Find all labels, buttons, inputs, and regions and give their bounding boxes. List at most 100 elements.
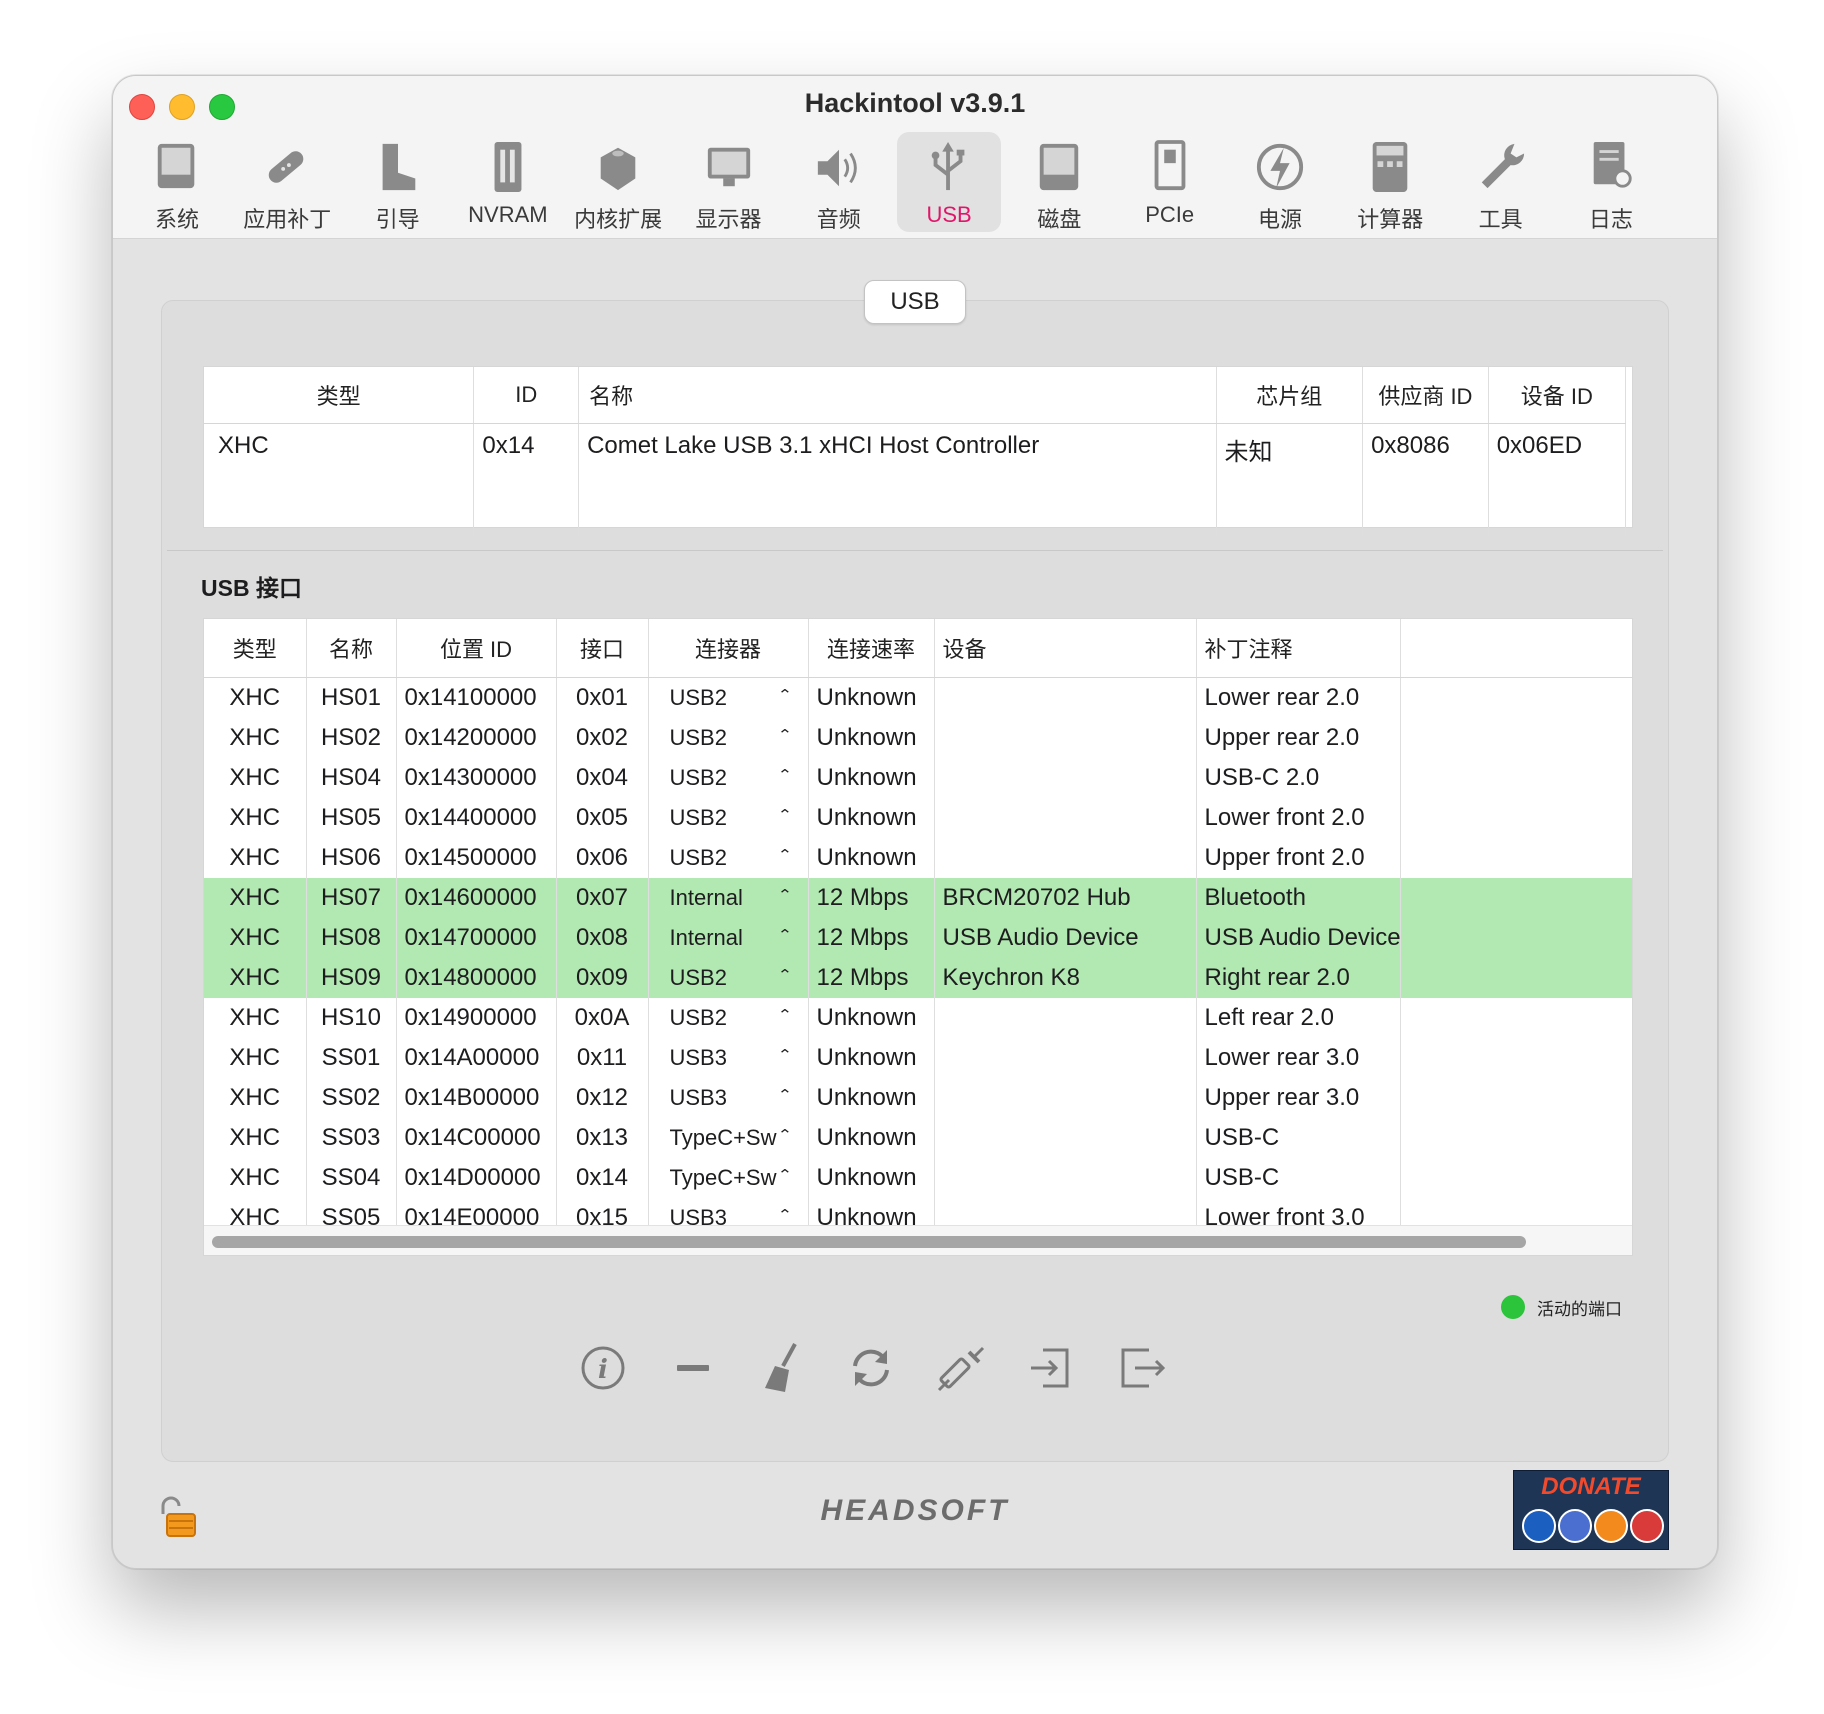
connector-select[interactable]: USB3 ⌃ xyxy=(648,1038,809,1078)
port-cell-comment[interactable]: Bluetooth xyxy=(1196,878,1401,918)
import-button[interactable] xyxy=(1021,1338,1081,1398)
port-cell-type: XHC xyxy=(204,1118,307,1158)
horizontal-scroll-thumb[interactable] xyxy=(212,1236,1526,1248)
ports-column-header[interactable]: 类型 xyxy=(204,619,307,678)
connector-select[interactable]: TypeC+Sw ⌃ xyxy=(648,1158,809,1198)
port-row[interactable]: XHC SS04 0x14D00000 0x14 TypeC+Sw ⌃ Unknown USB… xyxy=(204,1158,1632,1198)
connector-value: TypeC+Sw xyxy=(669,1125,777,1150)
connector-select[interactable]: Internal ⌃ xyxy=(648,918,809,958)
port-cell-name: HS05 xyxy=(306,798,397,838)
port-row[interactable]: XHC SS01 0x14A00000 0x11 USB3 ⌃ Unknown Lower r… xyxy=(204,1038,1632,1078)
port-row[interactable]: XHC SS03 0x14C00000 0x13 TypeC+Sw ⌃ Unknown USB… xyxy=(204,1118,1632,1158)
toolbar-item-nvram[interactable]: NVRAM xyxy=(456,132,560,232)
toolbar-item-patch[interactable]: 应用补丁 xyxy=(235,132,339,232)
kext-icon xyxy=(600,147,636,191)
port-cell-speed: Unknown xyxy=(808,1038,935,1078)
toolbar-item-log[interactable]: 日志 xyxy=(1559,132,1663,232)
select-arrows-icon: ⌃ xyxy=(777,1126,793,1143)
ports-column-header[interactable]: 连接速率 xyxy=(808,619,935,678)
connector-select[interactable]: TypeC+Sw ⌃ xyxy=(648,1118,809,1158)
controller-column-header[interactable]: 芯片组 xyxy=(1216,367,1364,424)
controller-column-header[interactable]: 供应商 ID xyxy=(1362,367,1489,424)
active-port-legend: 活动的端口 xyxy=(1501,1294,1622,1320)
port-cell-comment[interactable]: Upper front 2.0 xyxy=(1196,838,1401,878)
port-row[interactable]: XHC HS09 0x14800000 0x09 USB2 ⌃ 12 Mbps Keychro… xyxy=(204,958,1632,998)
connector-select[interactable]: USB3 ⌃ xyxy=(648,1078,809,1118)
ports-column-header[interactable]: 接口 xyxy=(556,619,649,678)
connector-select[interactable]: USB2 ⌃ xyxy=(648,718,809,758)
select-arrows-icon: ⌃ xyxy=(777,846,793,863)
port-cell-comment[interactable]: Lower rear 2.0 xyxy=(1196,677,1401,718)
port-row[interactable]: XHC HS01 0x14100000 0x01 USB2 ⌃ Unknown Lower r… xyxy=(204,677,1632,718)
port-cell-comment[interactable]: Right rear 2.0 xyxy=(1196,958,1401,998)
toolbar-item-power[interactable]: 电源 xyxy=(1228,132,1332,232)
port-cell-comment[interactable]: Lower front 2.0 xyxy=(1196,798,1401,838)
connector-select[interactable]: USB2 ⌃ xyxy=(648,758,809,798)
toolbar-item-usb[interactable]: USB xyxy=(897,132,1002,232)
port-row[interactable]: XHC HS02 0x14200000 0x02 USB2 ⌃ Unknown Upper r… xyxy=(204,718,1632,758)
controller-column-header[interactable]: 设备 ID xyxy=(1488,367,1627,424)
clear-button[interactable] xyxy=(751,1338,811,1398)
port-cell-comment[interactable]: Left rear 2.0 xyxy=(1196,998,1401,1038)
port-cell-type: XHC xyxy=(204,918,307,958)
port-row[interactable]: XHC HS10 0x14900000 0x0A USB2 ⌃ Unknown Left re… xyxy=(204,998,1632,1038)
other-coin-icon xyxy=(1630,1509,1664,1543)
controller-column-header[interactable]: ID xyxy=(473,367,580,424)
connector-select[interactable]: USB2 ⌃ xyxy=(648,958,809,998)
port-row[interactable]: XHC SS02 0x14B00000 0x12 USB3 ⌃ Unknown Upper r… xyxy=(204,1078,1632,1118)
port-cell-comment[interactable]: Upper rear 3.0 xyxy=(1196,1078,1401,1118)
connector-select[interactable]: USB2 ⌃ xyxy=(648,838,809,878)
port-cell-comment[interactable]: USB Audio Device xyxy=(1196,918,1401,958)
toolbar-item-tools[interactable]: 工具 xyxy=(1449,132,1553,232)
port-cell-comment[interactable]: USB-C xyxy=(1196,1158,1401,1198)
connector-value: USB3 xyxy=(669,1085,727,1110)
info-button[interactable]: i xyxy=(573,1338,633,1398)
ports-column-header[interactable]: 连接器 xyxy=(648,619,809,678)
toolbar-item-label: 工具 xyxy=(1478,207,1523,232)
port-cell-comment[interactable]: Lower rear 3.0 xyxy=(1196,1038,1401,1078)
toolbar-item-system[interactable]: 系统 xyxy=(125,132,229,232)
port-row-spacer xyxy=(1400,758,1632,798)
toolbar-item-calculator[interactable]: 计算器 xyxy=(1338,132,1442,232)
connector-value: USB2 xyxy=(669,965,727,990)
toolbar-item-kext[interactable]: 内核扩展 xyxy=(566,132,670,232)
inject-button[interactable] xyxy=(931,1338,991,1398)
refresh-button[interactable] xyxy=(841,1338,901,1398)
port-cell-comment[interactable]: USB-C 2.0 xyxy=(1196,758,1401,798)
port-cell-speed: Unknown xyxy=(808,838,935,878)
port-row[interactable]: XHC HS07 0x14600000 0x07 Internal ⌃ 12 Mbps BRC… xyxy=(204,878,1632,918)
controller-column-header[interactable]: 名称 xyxy=(578,367,1217,424)
ports-column-header[interactable]: 位置 ID xyxy=(396,619,557,678)
controller-row[interactable]: XHC 0x14 Comet Lake USB 3.1 xHCI Host Cont… xyxy=(204,423,1627,537)
donate-button[interactable]: DONATE xyxy=(1513,1470,1669,1550)
unlocked-padlock-icon[interactable] xyxy=(155,1494,201,1540)
port-cell-comment[interactable]: USB-C xyxy=(1196,1118,1401,1158)
connector-select[interactable]: USB2 ⌃ xyxy=(648,677,809,718)
ports-horizontal-scrollbar[interactable] xyxy=(204,1225,1632,1255)
port-row[interactable]: XHC HS08 0x14700000 0x08 Internal ⌃ 12 Mbps USB… xyxy=(204,918,1632,958)
toolbar-item-disk[interactable]: 磁盘 xyxy=(1007,132,1111,232)
toolbar-item-display[interactable]: 显示器 xyxy=(677,132,781,232)
ports-column-header[interactable]: 设备 xyxy=(934,619,1197,678)
controller-column-header[interactable]: 类型 xyxy=(204,367,475,424)
connector-select[interactable]: USB2 ⌃ xyxy=(648,798,809,838)
legend-label: 活动的端口 xyxy=(1537,1299,1622,1319)
toolbar-item-pcie[interactable]: PCIe xyxy=(1118,132,1222,232)
remove-button[interactable] xyxy=(663,1338,723,1398)
toolbar-item-boot[interactable]: 引导 xyxy=(346,132,450,232)
port-row[interactable]: XHC HS05 0x14400000 0x05 USB2 ⌃ Unknown Lower f… xyxy=(204,798,1632,838)
connector-select[interactable]: USB2 ⌃ xyxy=(648,998,809,1038)
toolbar-item-audio[interactable]: 音频 xyxy=(787,132,891,232)
tab-usb[interactable]: USB xyxy=(864,280,966,324)
port-cell-comment[interactable]: Upper rear 2.0 xyxy=(1196,718,1401,758)
ports-column-header[interactable]: 名称 xyxy=(306,619,397,678)
port-cell-name: SS03 xyxy=(306,1118,397,1158)
export-button[interactable] xyxy=(1111,1338,1171,1398)
display-icon xyxy=(707,147,750,187)
port-cell-speed: 12 Mbps xyxy=(808,918,935,958)
connector-select[interactable]: Internal ⌃ xyxy=(648,878,809,918)
port-row[interactable]: XHC HS04 0x14300000 0x04 USB2 ⌃ Unknown USB-C 2… xyxy=(204,758,1632,798)
headsoft-logo[interactable]: HEADSOFT xyxy=(713,1494,1117,1534)
port-row[interactable]: XHC HS06 0x14500000 0x06 USB2 ⌃ Unknown Upper f… xyxy=(204,838,1632,878)
ports-column-header[interactable]: 补丁注释 xyxy=(1196,619,1401,678)
